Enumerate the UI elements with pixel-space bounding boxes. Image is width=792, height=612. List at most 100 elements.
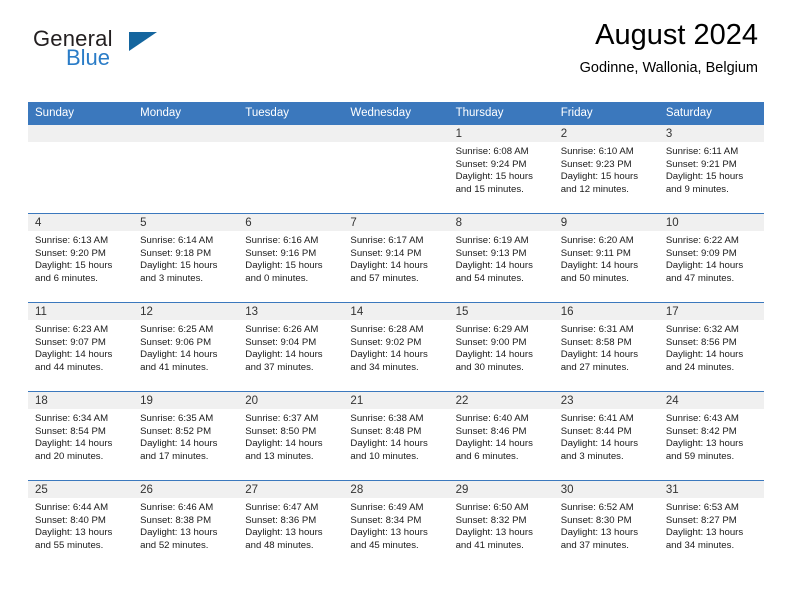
sunrise-text: Sunrise: 6:17 AM [350, 235, 424, 246]
calendar-day-cell[interactable]: 19 Sunrise: 6:35 AM Sunset: 8:52 PM Dayligh… [133, 391, 239, 481]
day-details: Sunrise: 6:29 AM Sunset: 9:00 PM Daylight:… [449, 320, 554, 374]
day-number: 10 [658, 214, 764, 231]
page-subtitle: Godinne, Wallonia, Belgium [579, 60, 758, 76]
sunset-text: Sunset: 8:46 PM [455, 425, 527, 437]
calendar-day-cell-empty [343, 124, 449, 214]
daylight-text-line1: Daylight: 15 hours [665, 171, 744, 183]
daylight-text-line2: and 41 minutes. [455, 539, 524, 551]
calendar-day-cell[interactable]: 27 Sunrise: 6:47 AM Sunset: 8:36 PM Dayligh… [238, 480, 344, 570]
day-details: Sunrise: 6:22 AM Sunset: 9:09 PM Daylight:… [659, 231, 764, 285]
day-details: Sunrise: 6:32 AM Sunset: 8:56 PM Daylight:… [659, 320, 764, 374]
calendar-day-cell[interactable]: 10 Sunrise: 6:22 AM Sunset: 9:09 PM Dayligh… [658, 213, 764, 303]
sunset-text: Sunset: 8:44 PM [560, 425, 632, 437]
calendar-day-cell[interactable]: 4 Sunrise: 6:13 AM Sunset: 9:20 PM Daylight… [28, 213, 134, 303]
sunrise-text: Sunrise: 6:35 AM [140, 413, 214, 424]
daylight-text-line1: Daylight: 13 hours [560, 527, 639, 539]
day-number: 15 [448, 303, 554, 320]
calendar-week-row: 25 Sunrise: 6:44 AM Sunset: 8:40 PM Dayligh… [28, 480, 764, 570]
calendar-day-cell[interactable]: 20 Sunrise: 6:37 AM Sunset: 8:50 PM Dayligh… [238, 391, 344, 481]
calendar-day-cell[interactable]: 7 Sunrise: 6:17 AM Sunset: 9:14 PM Daylight… [343, 213, 449, 303]
general-blue-logo[interactable]: General Blue [33, 26, 213, 78]
sunset-text: Sunset: 8:27 PM [665, 514, 737, 526]
calendar-day-cell[interactable]: 6 Sunrise: 6:16 AM Sunset: 9:16 PM Daylight… [238, 213, 344, 303]
daylight-text-line2: and 3 minutes. [140, 272, 204, 284]
calendar-day-cell[interactable]: 21 Sunrise: 6:38 AM Sunset: 8:48 PM Dayligh… [343, 391, 449, 481]
day-number: 13 [238, 303, 344, 320]
sunrise-text: Sunrise: 6:41 AM [560, 413, 634, 424]
sunrise-text: Sunrise: 6:53 AM [665, 502, 739, 513]
calendar-day-cell[interactable]: 23 Sunrise: 6:41 AM Sunset: 8:44 PM Dayligh… [553, 391, 659, 481]
calendar-day-cell[interactable]: 9 Sunrise: 6:20 AM Sunset: 9:11 PM Daylight… [553, 213, 659, 303]
sunrise-text: Sunrise: 6:31 AM [560, 324, 634, 335]
daylight-text-line1: Daylight: 13 hours [245, 527, 323, 539]
sunset-text: Sunset: 8:36 PM [245, 514, 317, 526]
daylight-text-line1: Daylight: 14 hours [665, 260, 744, 272]
calendar-day-cell[interactable]: 28 Sunrise: 6:49 AM Sunset: 8:34 PM Dayligh… [343, 480, 449, 570]
daylight-text-line2: and 37 minutes. [245, 361, 314, 373]
weekday-header-thursday: Thursday [448, 102, 554, 125]
sunrise-text: Sunrise: 6:20 AM [560, 235, 634, 246]
sunset-text: Sunset: 9:20 PM [35, 247, 106, 259]
sunset-text: Sunset: 8:56 PM [665, 336, 737, 348]
calendar-day-cell[interactable]: 25 Sunrise: 6:44 AM Sunset: 8:40 PM Dayligh… [28, 480, 134, 570]
day-number: 17 [658, 303, 764, 320]
day-number: 21 [343, 392, 449, 409]
day-number: 1 [448, 125, 554, 142]
calendar-day-cell[interactable]: 3 Sunrise: 6:11 AM Sunset: 9:21 PM Daylight… [658, 124, 764, 214]
calendar-day-cell[interactable]: 18 Sunrise: 6:34 AM Sunset: 8:54 PM Dayligh… [28, 391, 134, 481]
sunset-text: Sunset: 8:34 PM [350, 514, 422, 526]
weekday-header-wednesday: Wednesday [343, 102, 449, 125]
daylight-text-line1: Daylight: 14 hours [455, 349, 533, 361]
calendar-day-cell[interactable]: 22 Sunrise: 6:40 AM Sunset: 8:46 PM Dayligh… [448, 391, 554, 481]
daylight-text-line1: Daylight: 14 hours [140, 438, 218, 450]
daylight-text-line2: and 45 minutes. [350, 539, 419, 551]
day-details: Sunrise: 6:52 AM Sunset: 8:30 PM Daylight:… [554, 498, 659, 552]
daylight-text-line2: and 41 minutes. [140, 361, 209, 373]
daylight-text-line2: and 27 minutes. [560, 361, 629, 373]
daylight-text-line1: Daylight: 14 hours [455, 260, 533, 272]
calendar-day-cell[interactable]: 16 Sunrise: 6:31 AM Sunset: 8:58 PM Dayligh… [553, 302, 659, 392]
daylight-text-line1: Daylight: 13 hours [455, 527, 533, 539]
sunrise-text: Sunrise: 6:10 AM [560, 146, 634, 157]
daylight-text-line1: Daylight: 14 hours [245, 438, 323, 450]
calendar-day-cell[interactable]: 2 Sunrise: 6:10 AM Sunset: 9:23 PM Daylight… [553, 124, 659, 214]
sunset-text: Sunset: 9:18 PM [140, 247, 212, 259]
daylight-text-line1: Daylight: 15 hours [455, 171, 533, 183]
day-details: Sunrise: 6:43 AM Sunset: 8:42 PM Daylight:… [659, 409, 764, 463]
sunset-text: Sunset: 8:42 PM [665, 425, 737, 437]
calendar-day-cell[interactable]: 26 Sunrise: 6:46 AM Sunset: 8:38 PM Dayligh… [133, 480, 239, 570]
calendar-day-cell[interactable]: 29 Sunrise: 6:50 AM Sunset: 8:32 PM Dayligh… [448, 480, 554, 570]
calendar-day-cell[interactable]: 24 Sunrise: 6:43 AM Sunset: 8:42 PM Dayligh… [658, 391, 764, 481]
daylight-text-line2: and 30 minutes. [455, 361, 524, 373]
sunrise-text: Sunrise: 6:29 AM [455, 324, 529, 335]
sunset-text: Sunset: 9:07 PM [35, 336, 106, 348]
calendar-day-cell[interactable]: 14 Sunrise: 6:28 AM Sunset: 9:02 PM Dayligh… [343, 302, 449, 392]
calendar-day-cell[interactable]: 5 Sunrise: 6:14 AM Sunset: 9:18 PM Daylight… [133, 213, 239, 303]
daylight-text-line1: Daylight: 13 hours [665, 438, 744, 450]
day-details: Sunrise: 6:19 AM Sunset: 9:13 PM Daylight:… [449, 231, 554, 285]
sunset-text: Sunset: 9:09 PM [665, 247, 737, 259]
calendar-day-cell[interactable]: 8 Sunrise: 6:19 AM Sunset: 9:13 PM Daylight… [448, 213, 554, 303]
daylight-text-line1: Daylight: 14 hours [560, 438, 639, 450]
day-details: Sunrise: 6:20 AM Sunset: 9:11 PM Daylight:… [554, 231, 659, 285]
daylight-text-line1: Daylight: 14 hours [140, 349, 218, 361]
day-details: Sunrise: 6:35 AM Sunset: 8:52 PM Daylight:… [133, 409, 238, 463]
calendar-day-cell[interactable]: 11 Sunrise: 6:23 AM Sunset: 9:07 PM Dayligh… [28, 302, 134, 392]
sunrise-text: Sunrise: 6:50 AM [455, 502, 529, 513]
calendar-day-cell[interactable]: 12 Sunrise: 6:25 AM Sunset: 9:06 PM Dayligh… [133, 302, 239, 392]
sunset-text: Sunset: 9:21 PM [665, 158, 737, 170]
sunset-text: Sunset: 9:00 PM [455, 336, 527, 348]
daylight-text-line2: and 10 minutes. [350, 450, 419, 462]
day-number: 25 [28, 481, 134, 498]
calendar-day-cell[interactable]: 30 Sunrise: 6:52 AM Sunset: 8:30 PM Dayligh… [553, 480, 659, 570]
day-number [238, 125, 344, 142]
calendar-day-cell[interactable]: 15 Sunrise: 6:29 AM Sunset: 9:00 PM Dayligh… [448, 302, 554, 392]
calendar-day-cell[interactable]: 17 Sunrise: 6:32 AM Sunset: 8:56 PM Dayligh… [658, 302, 764, 392]
triangle-icon [129, 32, 157, 51]
day-number: 23 [553, 392, 659, 409]
calendar-day-cell[interactable]: 13 Sunrise: 6:26 AM Sunset: 9:04 PM Dayligh… [238, 302, 344, 392]
day-details: Sunrise: 6:11 AM Sunset: 9:21 PM Daylight:… [659, 142, 764, 196]
calendar-day-cell[interactable]: 31 Sunrise: 6:53 AM Sunset: 8:27 PM Dayligh… [658, 480, 764, 570]
day-details: Sunrise: 6:14 AM Sunset: 9:18 PM Daylight:… [133, 231, 238, 285]
calendar-day-cell[interactable]: 1 Sunrise: 6:08 AM Sunset: 9:24 PM Daylight… [448, 124, 554, 214]
